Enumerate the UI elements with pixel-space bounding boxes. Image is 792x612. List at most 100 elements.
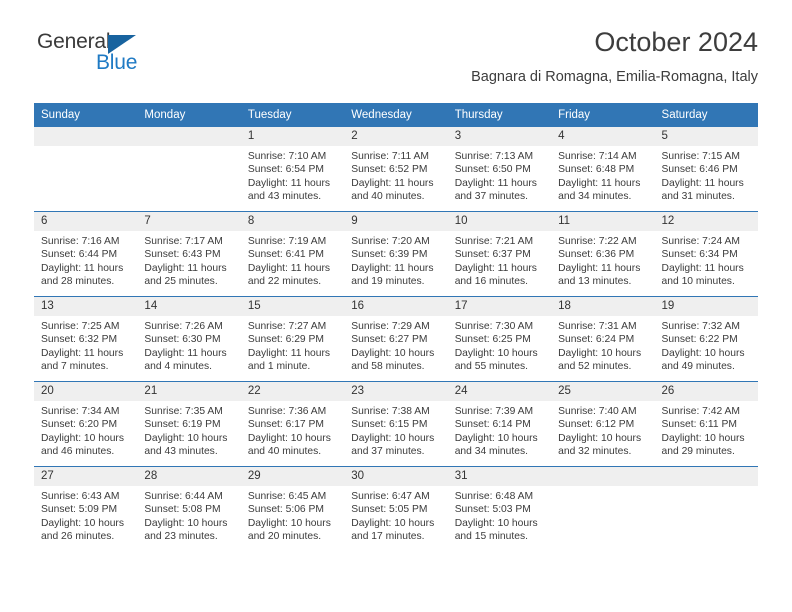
daylight-text-line2: and 26 minutes. xyxy=(41,530,115,542)
daylight-text-line2: and 58 minutes. xyxy=(351,360,425,372)
day-number: 31 xyxy=(447,467,552,486)
calendar-day-cell[interactable]: 13 Sunrise: 7:25 AM Sunset: 6:32 PM Dayligh… xyxy=(34,296,138,382)
day-cell-inner: 31 Sunrise: 6:48 AM Sunset: 5:03 PM Dayligh… xyxy=(447,467,552,551)
calendar-grid: Sunday Monday Tuesday Wednesday Thursday… xyxy=(34,103,758,551)
calendar-day-cell[interactable]: 22 Sunrise: 7:36 AM Sunset: 6:17 PM Dayligh… xyxy=(240,381,345,467)
daylight-text-line2: and 37 minutes. xyxy=(454,190,528,202)
day-cell-inner: 8 Sunrise: 7:19 AM Sunset: 6:41 PM Daylight… xyxy=(240,212,345,296)
calendar-day-cell[interactable]: 4 Sunrise: 7:14 AM Sunset: 6:48 PM Daylight… xyxy=(551,127,655,212)
day-number: 15 xyxy=(240,297,345,316)
calendar-day-cell[interactable]: 19 Sunrise: 7:32 AM Sunset: 6:22 PM Dayligh… xyxy=(654,296,758,382)
day-cell-inner: 13 Sunrise: 7:25 AM Sunset: 6:32 PM Dayligh… xyxy=(34,297,138,381)
calendar-week-row: 20 Sunrise: 7:34 AM Sunset: 6:20 PM Dayligh… xyxy=(34,381,758,467)
calendar-week-row: 13 Sunrise: 7:25 AM Sunset: 6:32 PM Dayligh… xyxy=(34,296,758,382)
day-details: Sunrise: 7:25 AM Sunset: 6:32 PM Daylight:… xyxy=(34,316,137,373)
day-details: Sunrise: 7:35 AM Sunset: 6:19 PM Daylight:… xyxy=(137,401,240,458)
sunrise-text: Sunrise: 7:15 AM xyxy=(661,151,740,162)
day-cell-inner: 21 Sunrise: 7:35 AM Sunset: 6:19 PM Dayligh… xyxy=(137,382,241,466)
sunset-text: Sunset: 6:52 PM xyxy=(351,164,428,176)
calendar-day-cell[interactable] xyxy=(654,466,758,551)
day-details: Sunrise: 7:24 AM Sunset: 6:34 PM Daylight:… xyxy=(655,231,758,288)
day-number: 14 xyxy=(137,297,241,316)
calendar-day-cell[interactable]: 21 Sunrise: 7:35 AM Sunset: 6:19 PM Dayligh… xyxy=(137,381,241,467)
logo-text-blue: Blue xyxy=(96,51,138,74)
calendar-day-cell[interactable]: 3 Sunrise: 7:13 AM Sunset: 6:50 PM Daylight… xyxy=(447,127,552,212)
day-number xyxy=(137,127,241,146)
calendar-day-cell[interactable]: 17 Sunrise: 7:30 AM Sunset: 6:25 PM Dayligh… xyxy=(447,296,552,382)
general-blue-logo[interactable]: General Blue xyxy=(34,30,214,86)
calendar-day-cell[interactable]: 10 Sunrise: 7:21 AM Sunset: 6:37 PM Dayligh… xyxy=(447,211,552,297)
daylight-text-line1: Daylight: 11 hours xyxy=(661,177,744,189)
daylight-text-line2: and 55 minutes. xyxy=(454,360,528,372)
calendar-week-row: 27 Sunrise: 6:43 AM Sunset: 5:09 PM Dayligh… xyxy=(34,466,758,551)
sunset-text: Sunset: 6:48 PM xyxy=(558,164,635,176)
day-cell-inner: 6 Sunrise: 7:16 AM Sunset: 6:44 PM Daylight… xyxy=(34,212,138,296)
calendar-day-cell[interactable]: 1 Sunrise: 7:10 AM Sunset: 6:54 PM Daylight… xyxy=(240,127,345,212)
calendar-day-cell[interactable]: 12 Sunrise: 7:24 AM Sunset: 6:34 PM Dayligh… xyxy=(654,211,758,297)
day-cell-inner: 1 Sunrise: 7:10 AM Sunset: 6:54 PM Daylight… xyxy=(240,127,345,211)
calendar-day-cell[interactable]: 5 Sunrise: 7:15 AM Sunset: 6:46 PM Daylight… xyxy=(654,127,758,212)
calendar-day-cell[interactable]: 16 Sunrise: 7:29 AM Sunset: 6:27 PM Dayligh… xyxy=(344,296,448,382)
calendar-day-cell[interactable]: 25 Sunrise: 7:40 AM Sunset: 6:12 PM Dayligh… xyxy=(551,381,655,467)
day-cell-inner: 18 Sunrise: 7:31 AM Sunset: 6:24 PM Dayligh… xyxy=(551,297,655,381)
calendar-day-cell[interactable]: 6 Sunrise: 7:16 AM Sunset: 6:44 PM Daylight… xyxy=(34,211,138,297)
calendar-day-cell[interactable]: 14 Sunrise: 7:26 AM Sunset: 6:30 PM Dayligh… xyxy=(137,296,241,382)
calendar-day-cell[interactable]: 27 Sunrise: 6:43 AM Sunset: 5:09 PM Dayligh… xyxy=(34,466,138,551)
day-details: Sunrise: 7:27 AM Sunset: 6:29 PM Daylight:… xyxy=(241,316,344,373)
daylight-text-line2: and 40 minutes. xyxy=(247,445,322,457)
sunset-text: Sunset: 5:03 PM xyxy=(454,504,531,516)
day-cell-inner: 14 Sunrise: 7:26 AM Sunset: 6:30 PM Dayligh… xyxy=(137,297,241,381)
day-number: 17 xyxy=(447,297,552,316)
day-number: 9 xyxy=(344,212,448,231)
calendar-day-cell[interactable] xyxy=(551,466,655,551)
daylight-text-line2: and 13 minutes. xyxy=(558,275,632,287)
day-number: 2 xyxy=(344,127,448,146)
sunset-text: Sunset: 6:43 PM xyxy=(144,249,221,261)
daylight-text-line2: and 32 minutes. xyxy=(558,445,632,457)
calendar-day-cell[interactable]: 20 Sunrise: 7:34 AM Sunset: 6:20 PM Dayligh… xyxy=(34,381,138,467)
day-details: Sunrise: 7:31 AM Sunset: 6:24 PM Daylight:… xyxy=(551,316,654,373)
calendar-day-cell[interactable] xyxy=(137,127,241,212)
day-cell-inner: 11 Sunrise: 7:22 AM Sunset: 6:36 PM Dayligh… xyxy=(551,212,655,296)
calendar-day-cell[interactable] xyxy=(34,127,138,212)
sunset-text: Sunset: 6:24 PM xyxy=(558,334,635,346)
calendar-day-cell[interactable]: 24 Sunrise: 7:39 AM Sunset: 6:14 PM Dayligh… xyxy=(447,381,552,467)
calendar-day-cell[interactable]: 23 Sunrise: 7:38 AM Sunset: 6:15 PM Dayligh… xyxy=(344,381,448,467)
day-cell-inner: 7 Sunrise: 7:17 AM Sunset: 6:43 PM Daylight… xyxy=(137,212,241,296)
calendar-day-cell[interactable]: 30 Sunrise: 6:47 AM Sunset: 5:05 PM Dayligh… xyxy=(344,466,448,551)
calendar-day-cell[interactable]: 8 Sunrise: 7:19 AM Sunset: 6:41 PM Daylight… xyxy=(240,211,345,297)
daylight-text-line2: and 37 minutes. xyxy=(351,445,425,457)
daylight-text-line2: and 40 minutes. xyxy=(351,190,425,202)
day-details: Sunrise: 6:47 AM Sunset: 5:05 PM Daylight:… xyxy=(344,486,447,543)
sunrise-text: Sunrise: 6:45 AM xyxy=(247,491,327,502)
day-number: 7 xyxy=(137,212,241,231)
day-number: 10 xyxy=(447,212,552,231)
day-cell-inner: 26 Sunrise: 7:42 AM Sunset: 6:11 PM Dayligh… xyxy=(654,382,758,466)
day-cell-inner: 22 Sunrise: 7:36 AM Sunset: 6:17 PM Dayligh… xyxy=(240,382,345,466)
calendar-day-cell[interactable]: 28 Sunrise: 6:44 AM Sunset: 5:08 PM Dayligh… xyxy=(137,466,241,551)
daylight-text-line1: Daylight: 11 hours xyxy=(454,262,537,274)
day-number: 5 xyxy=(654,127,758,146)
calendar-day-cell[interactable]: 2 Sunrise: 7:11 AM Sunset: 6:52 PM Daylight… xyxy=(344,127,448,212)
calendar-day-cell[interactable]: 11 Sunrise: 7:22 AM Sunset: 6:36 PM Dayligh… xyxy=(551,211,655,297)
calendar-day-cell[interactable]: 31 Sunrise: 6:48 AM Sunset: 5:03 PM Dayligh… xyxy=(447,466,552,551)
day-number: 23 xyxy=(344,382,448,401)
sunset-text: Sunset: 6:20 PM xyxy=(41,419,118,431)
calendar-day-cell[interactable]: 15 Sunrise: 7:27 AM Sunset: 6:29 PM Dayligh… xyxy=(240,296,345,382)
daylight-text-line1: Daylight: 10 hours xyxy=(454,347,538,359)
calendar-day-cell[interactable]: 18 Sunrise: 7:31 AM Sunset: 6:24 PM Dayligh… xyxy=(551,296,655,382)
sunrise-text: Sunrise: 6:44 AM xyxy=(144,491,223,502)
day-cell-inner xyxy=(551,467,655,551)
calendar-day-cell[interactable]: 7 Sunrise: 7:17 AM Sunset: 6:43 PM Daylight… xyxy=(137,211,241,297)
calendar-day-cell[interactable]: 29 Sunrise: 6:45 AM Sunset: 5:06 PM Dayligh… xyxy=(240,466,345,551)
daylight-text-line2: and 16 minutes. xyxy=(454,275,528,287)
day-cell-inner: 17 Sunrise: 7:30 AM Sunset: 6:25 PM Dayligh… xyxy=(447,297,552,381)
calendar-day-cell[interactable]: 9 Sunrise: 7:20 AM Sunset: 6:39 PM Daylight… xyxy=(344,211,448,297)
calendar-day-cell[interactable]: 26 Sunrise: 7:42 AM Sunset: 6:11 PM Dayligh… xyxy=(654,381,758,467)
day-cell-inner: 2 Sunrise: 7:11 AM Sunset: 6:52 PM Daylight… xyxy=(344,127,448,211)
weekday-header-tuesday: Tuesday xyxy=(240,103,345,127)
daylight-text-line2: and 15 minutes. xyxy=(454,530,528,542)
daylight-text-line1: Daylight: 11 hours xyxy=(247,347,331,359)
day-cell-inner: 27 Sunrise: 6:43 AM Sunset: 5:09 PM Dayligh… xyxy=(34,467,138,551)
sunset-text: Sunset: 5:08 PM xyxy=(144,504,221,516)
